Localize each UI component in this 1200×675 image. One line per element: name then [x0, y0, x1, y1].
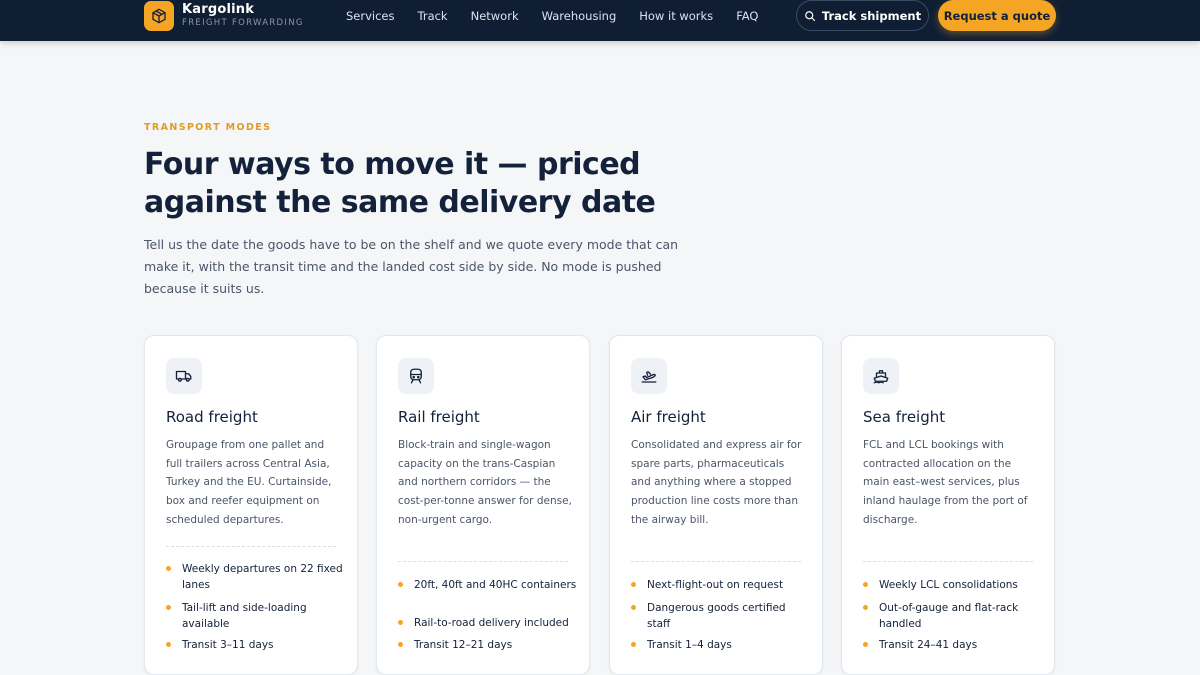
feature-text: Weekly departures on 22 fixed lanes — [182, 563, 343, 591]
nav-link-warehousing[interactable]: Warehousing — [542, 9, 617, 23]
feature-item: Transit 1–4 days — [631, 637, 811, 653]
truck-icon — [166, 358, 202, 394]
feature-item: Tail-lift and side-loading available — [166, 600, 346, 632]
bullet-dot — [398, 620, 403, 625]
mode-card-air: Air freight Consolidated and express air… — [609, 335, 823, 675]
bullet-dot — [398, 582, 403, 587]
ship-icon — [863, 358, 899, 394]
bullet-dot — [631, 582, 636, 587]
card-divider — [863, 561, 1033, 562]
main-nav: Services Track Network Warehousing How i… — [346, 0, 781, 31]
feature-item: Out-of-gauge and flat-rack handled — [863, 600, 1043, 632]
feature-text: Transit 3–11 days — [182, 639, 274, 651]
bullet-dot — [166, 642, 171, 647]
feature-item: Transit 24–41 days — [863, 637, 1043, 653]
nav-link-faq[interactable]: FAQ — [736, 9, 758, 23]
request-quote-label: Request a quote — [943, 8, 1051, 23]
card-title: Sea freight — [863, 408, 946, 426]
feature-item: Weekly departures on 22 fixed lanes — [166, 561, 346, 593]
plane-icon — [631, 358, 667, 394]
bullet-dot — [863, 605, 868, 610]
card-divider — [398, 561, 568, 562]
card-title: Road freight — [166, 408, 258, 426]
package-icon — [144, 0, 174, 31]
nav-link-how-it-works[interactable]: How it works — [639, 9, 713, 23]
card-title: Air freight — [631, 408, 706, 426]
card-description: Block-train and single-wagon capacity on… — [398, 439, 572, 526]
search-icon — [805, 10, 816, 21]
brand-tagline: FREIGHT FORWARDING — [182, 17, 304, 28]
bullet-dot — [166, 605, 171, 610]
feature-text: Out-of-gauge and flat-rack handled — [879, 602, 1019, 630]
feature-text: Next-flight-out on request — [647, 579, 784, 591]
feature-text: Rail-to-road delivery included — [414, 617, 569, 629]
card-divider — [631, 561, 801, 562]
request-quote-button[interactable]: Request a quote — [938, 0, 1056, 31]
card-description: FCL and LCL bookings with contracted all… — [863, 439, 1028, 526]
track-shipment-button[interactable]: Track shipment — [796, 0, 929, 31]
bullet-dot — [631, 642, 636, 647]
bullet-dot — [398, 642, 403, 647]
top-navigation-bar: Kargolink FREIGHT FORWARDING Services Tr… — [0, 0, 1200, 41]
mode-card-sea: Sea freight FCL and LCL bookings with co… — [841, 335, 1055, 675]
bullet-dot — [863, 642, 868, 647]
feature-text: Weekly LCL consolidations — [879, 579, 1018, 591]
feature-item: Next-flight-out on request — [631, 577, 811, 593]
bullet-dot — [631, 605, 636, 610]
nav-link-services[interactable]: Services — [346, 9, 395, 23]
feature-item: Weekly LCL consolidations — [863, 577, 1043, 593]
section-headline: Four ways to move it — priced against th… — [144, 147, 656, 220]
feature-text: Transit 12–21 days — [414, 639, 513, 651]
track-shipment-label: Track shipment — [821, 8, 922, 23]
card-description: Groupage from one pallet and full traile… — [166, 439, 332, 526]
feature-item: Dangerous goods certified staff — [631, 600, 811, 632]
card-title: Rail freight — [398, 408, 480, 426]
section-eyebrow: TRANSPORT MODES — [144, 122, 272, 133]
feature-text: Transit 1–4 days — [647, 639, 732, 651]
train-icon — [398, 358, 434, 394]
brand-logo-link[interactable]: Kargolink FREIGHT FORWARDING — [144, 0, 304, 31]
feature-item: Transit 12–21 days — [398, 637, 578, 653]
feature-item: Rail-to-road delivery included — [398, 615, 578, 631]
card-divider — [166, 546, 336, 547]
feature-text: Transit 24–41 days — [879, 639, 978, 651]
card-description: Consolidated and express air for spare p… — [631, 439, 802, 526]
feature-item: Transit 3–11 days — [166, 637, 346, 653]
mode-card-rail: Rail freight Block-train and single-wago… — [376, 335, 590, 675]
mode-card-road: Road freight Groupage from one pallet an… — [144, 335, 358, 675]
section-description: Tell us the date the goods have to be on… — [144, 237, 679, 296]
feature-text: Tail-lift and side-loading available — [182, 602, 307, 630]
brand-name: Kargolink — [182, 1, 255, 17]
nav-link-track[interactable]: Track — [418, 9, 448, 23]
bullet-dot — [863, 582, 868, 587]
feature-text: Dangerous goods certified staff — [647, 602, 786, 630]
feature-item: 20ft, 40ft and 40HC containers — [398, 577, 578, 593]
feature-text: 20ft, 40ft and 40HC containers — [414, 579, 577, 591]
bullet-dot — [166, 566, 171, 571]
nav-link-network[interactable]: Network — [471, 9, 519, 23]
